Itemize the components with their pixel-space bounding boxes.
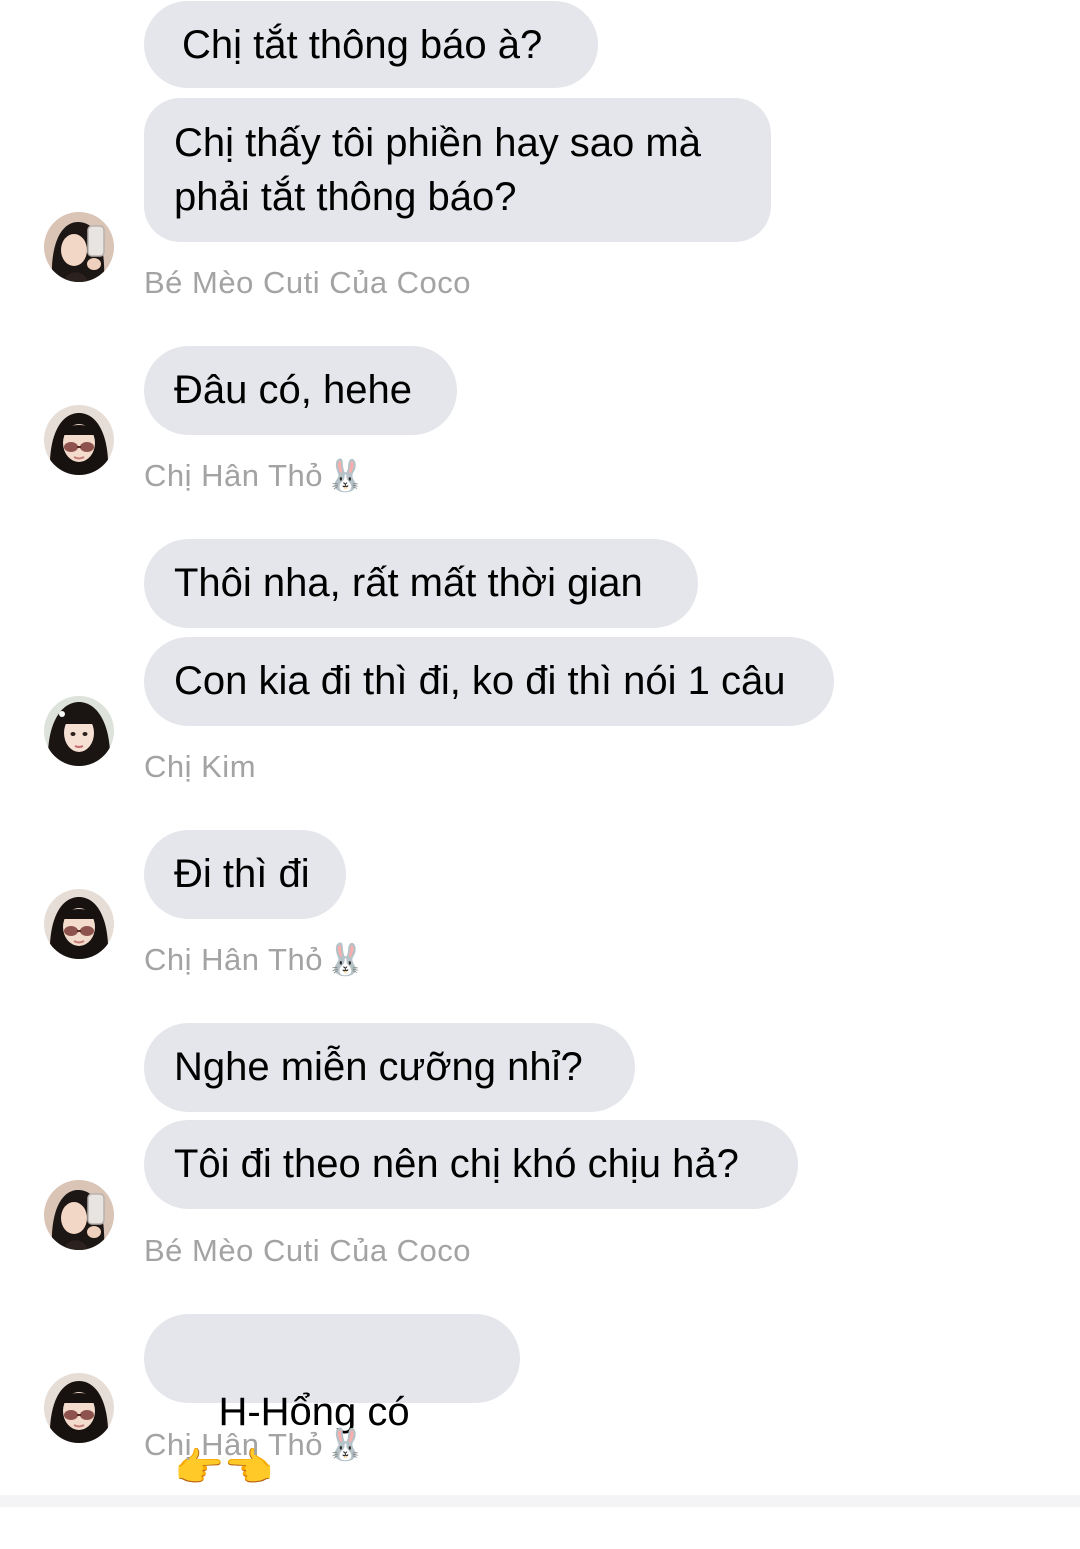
sender-name-text: Chị Kim <box>144 749 257 784</box>
sender-name-text: Bé Mèo Cuti Của Coco <box>144 265 472 300</box>
message-bubble[interactable]: Chị tắt thông báo à? <box>144 1 598 88</box>
message-bubble[interactable]: Nghe miễn cưỡng nhỉ? <box>144 1023 635 1112</box>
sender-name: Bé Mèo Cuti Của Coco <box>144 266 471 300</box>
bottom-edge <box>0 1495 1080 1507</box>
message-bubble[interactable]: Tôi đi theo nên chị khó chịu hả? <box>144 1120 798 1209</box>
sender-name: Chị Kim <box>144 750 256 784</box>
rabbit-icon: 🐰 <box>325 458 366 493</box>
sunglasses-avatar <box>44 405 114 475</box>
message-bubble[interactable]: Chị thấy tôi phiền hay sao mà phải tắt t… <box>144 98 771 242</box>
avatar[interactable] <box>44 1373 114 1443</box>
phone-selfie-avatar <box>44 212 114 282</box>
rabbit-icon: 🐰 <box>325 942 366 977</box>
sender-name-text: Bé Mèo Cuti Của Coco <box>144 1233 472 1268</box>
sender-name: Chị Hân Thỏ🐰 <box>144 459 365 493</box>
avatar[interactable] <box>44 696 114 766</box>
sender-name-text: Chị Hân Thỏ <box>144 458 323 493</box>
chat-thread: Chị tắt thông báo à? Chị thấy tôi phiền … <box>0 0 1080 1507</box>
message-bubble[interactable]: Đâu có, hehe <box>144 346 457 435</box>
message-bubble[interactable]: Con kia đi thì đi, ko đi thì nói 1 câu <box>144 637 834 726</box>
avatar[interactable] <box>44 889 114 959</box>
sender-name-text: Chị Hân Thỏ <box>144 942 323 977</box>
avatar[interactable] <box>44 212 114 282</box>
sunglasses-avatar <box>44 889 114 959</box>
sunglasses-avatar <box>44 1373 114 1443</box>
avatar[interactable] <box>44 1180 114 1250</box>
message-bubble[interactable]: Đi thì đi <box>144 830 346 919</box>
sender-name: Bé Mèo Cuti Của Coco <box>144 1234 471 1268</box>
avatar[interactable] <box>44 405 114 475</box>
message-bubble[interactable]: H-Hổng có👉👈 <box>144 1314 520 1490</box>
long-hair-avatar <box>44 696 114 766</box>
message-bubble[interactable]: Thôi nha, rất mất thời gian <box>144 539 698 628</box>
phone-selfie-avatar <box>44 1180 114 1250</box>
sender-name: Chị Hân Thỏ🐰 <box>144 1428 365 1462</box>
rabbit-icon: 🐰 <box>325 1427 366 1462</box>
sender-name: Chị Hân Thỏ🐰 <box>144 943 365 977</box>
sender-name-text: Chị Hân Thỏ <box>144 1427 323 1462</box>
